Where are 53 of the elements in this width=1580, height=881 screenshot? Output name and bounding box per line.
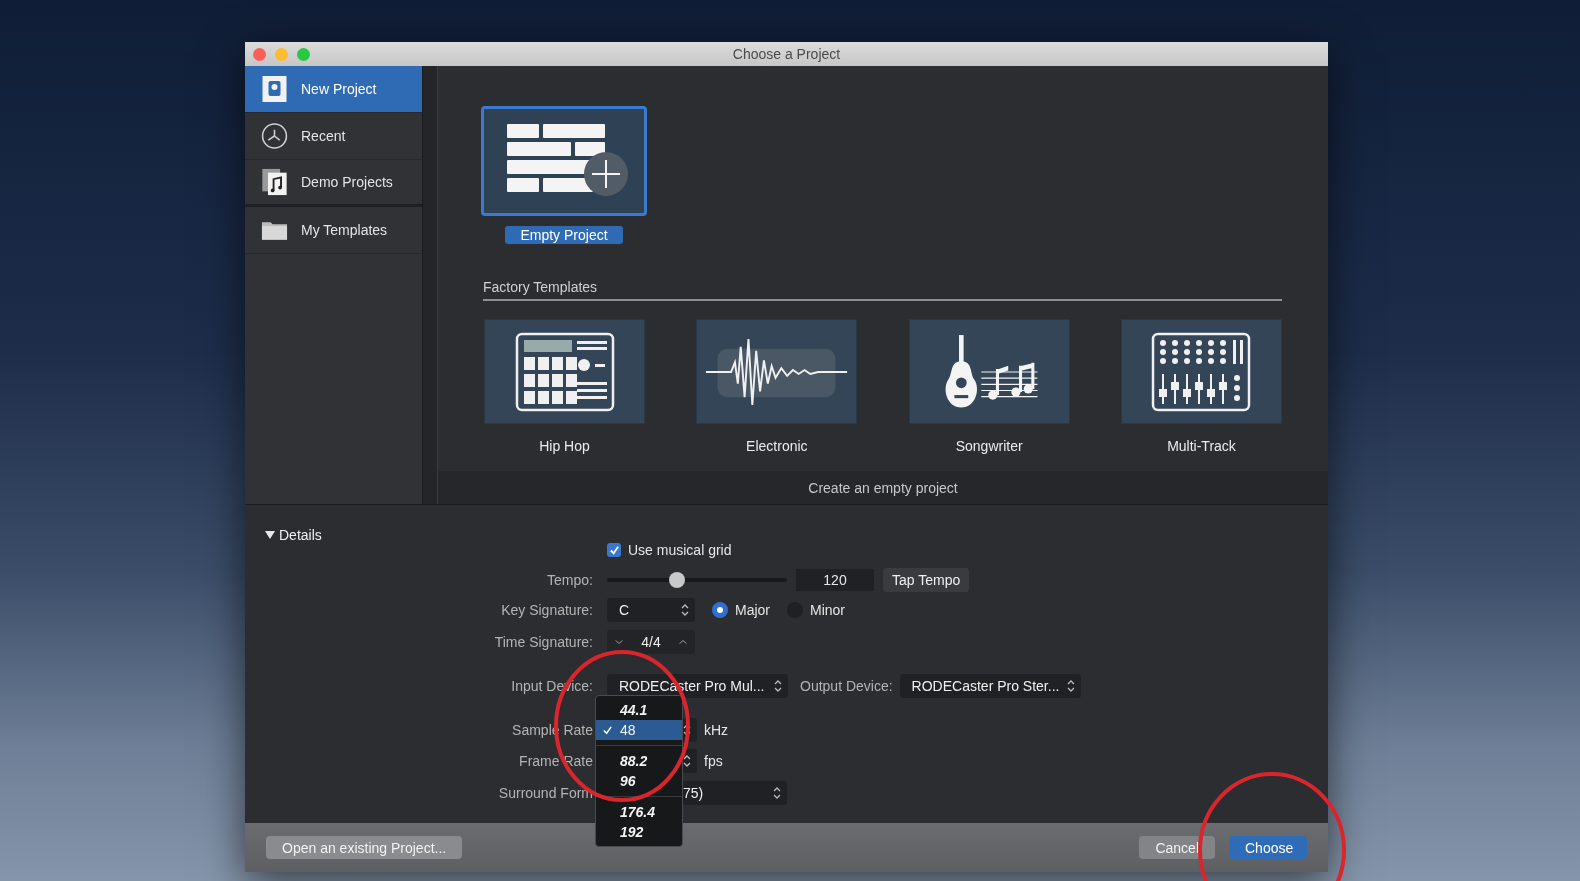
tile-label: Hip Hop	[539, 438, 590, 454]
field-label: Tempo:	[546, 572, 593, 588]
unit-label: kHz	[704, 722, 729, 738]
field-label: Key Signature:	[500, 602, 593, 618]
template-tile[interactable]	[696, 319, 858, 424]
drum-machine-icon	[514, 330, 615, 413]
tile-label: Electronic	[746, 438, 808, 454]
radio-button[interactable]	[712, 602, 728, 618]
window-title: Choose a Project	[732, 46, 841, 62]
sidebar-item[interactable]: My Templates	[245, 207, 422, 254]
menu-item[interactable]: 48	[596, 720, 682, 740]
tile-label: Songwriter	[955, 438, 1023, 454]
description-text: Create an empty project	[808, 479, 958, 496]
template-tile[interactable]	[908, 319, 1070, 424]
checkbox[interactable]	[607, 543, 621, 557]
choose-button[interactable]: Choose	[1229, 836, 1307, 859]
stepper-icon	[773, 786, 781, 800]
time-signature-field[interactable]: 4/4	[607, 630, 695, 654]
tempo-slider[interactable]	[607, 571, 787, 589]
document-icon	[261, 75, 288, 103]
details-disclosure[interactable]: Details	[245, 505, 485, 543]
clock-icon	[261, 122, 288, 150]
stepper-icon	[681, 603, 689, 617]
tempo-field[interactable]: 120	[796, 569, 874, 591]
field-label: Output Device:	[800, 678, 893, 694]
key-signature-popup[interactable]: C	[607, 598, 695, 622]
field-label: Time Signature:	[493, 634, 593, 650]
stepper-icon	[774, 679, 782, 693]
sidebar-item[interactable]: New Project	[245, 66, 422, 113]
section-heading: Factory Templates	[483, 279, 599, 295]
tile-label: Multi-Track	[1167, 438, 1236, 454]
menu-item[interactable]: 44.1	[596, 700, 682, 720]
radio-label: Major	[735, 602, 770, 618]
radio-label: Minor	[810, 602, 846, 618]
output-device-popup[interactable]: RODECaster Pro Ster...	[899, 674, 1081, 698]
mixer-icon	[1151, 330, 1252, 413]
triangle-down-icon	[265, 530, 275, 540]
template-tile[interactable]	[484, 319, 645, 424]
empty-project-tile[interactable]	[481, 106, 647, 216]
menu-item[interactable]: 88.2	[596, 751, 682, 771]
chevron-down-icon[interactable]	[615, 639, 623, 645]
music-documents-icon	[261, 168, 288, 196]
chevron-up-icon[interactable]	[679, 639, 687, 645]
menu-item[interactable]: 176.4	[596, 802, 682, 822]
stepper-icon	[1066, 679, 1075, 693]
checkbox-label: Use musical grid	[628, 542, 732, 558]
checkmark-icon	[602, 724, 613, 736]
unit-label: fps	[704, 753, 723, 769]
tap-tempo-button[interactable]: Tap Tempo	[883, 568, 970, 592]
template-tile[interactable]	[1121, 319, 1282, 424]
menu-item[interactable]: 192	[596, 822, 682, 842]
slider-thumb[interactable]	[669, 572, 686, 588]
tile-label: Empty Project	[505, 226, 623, 244]
